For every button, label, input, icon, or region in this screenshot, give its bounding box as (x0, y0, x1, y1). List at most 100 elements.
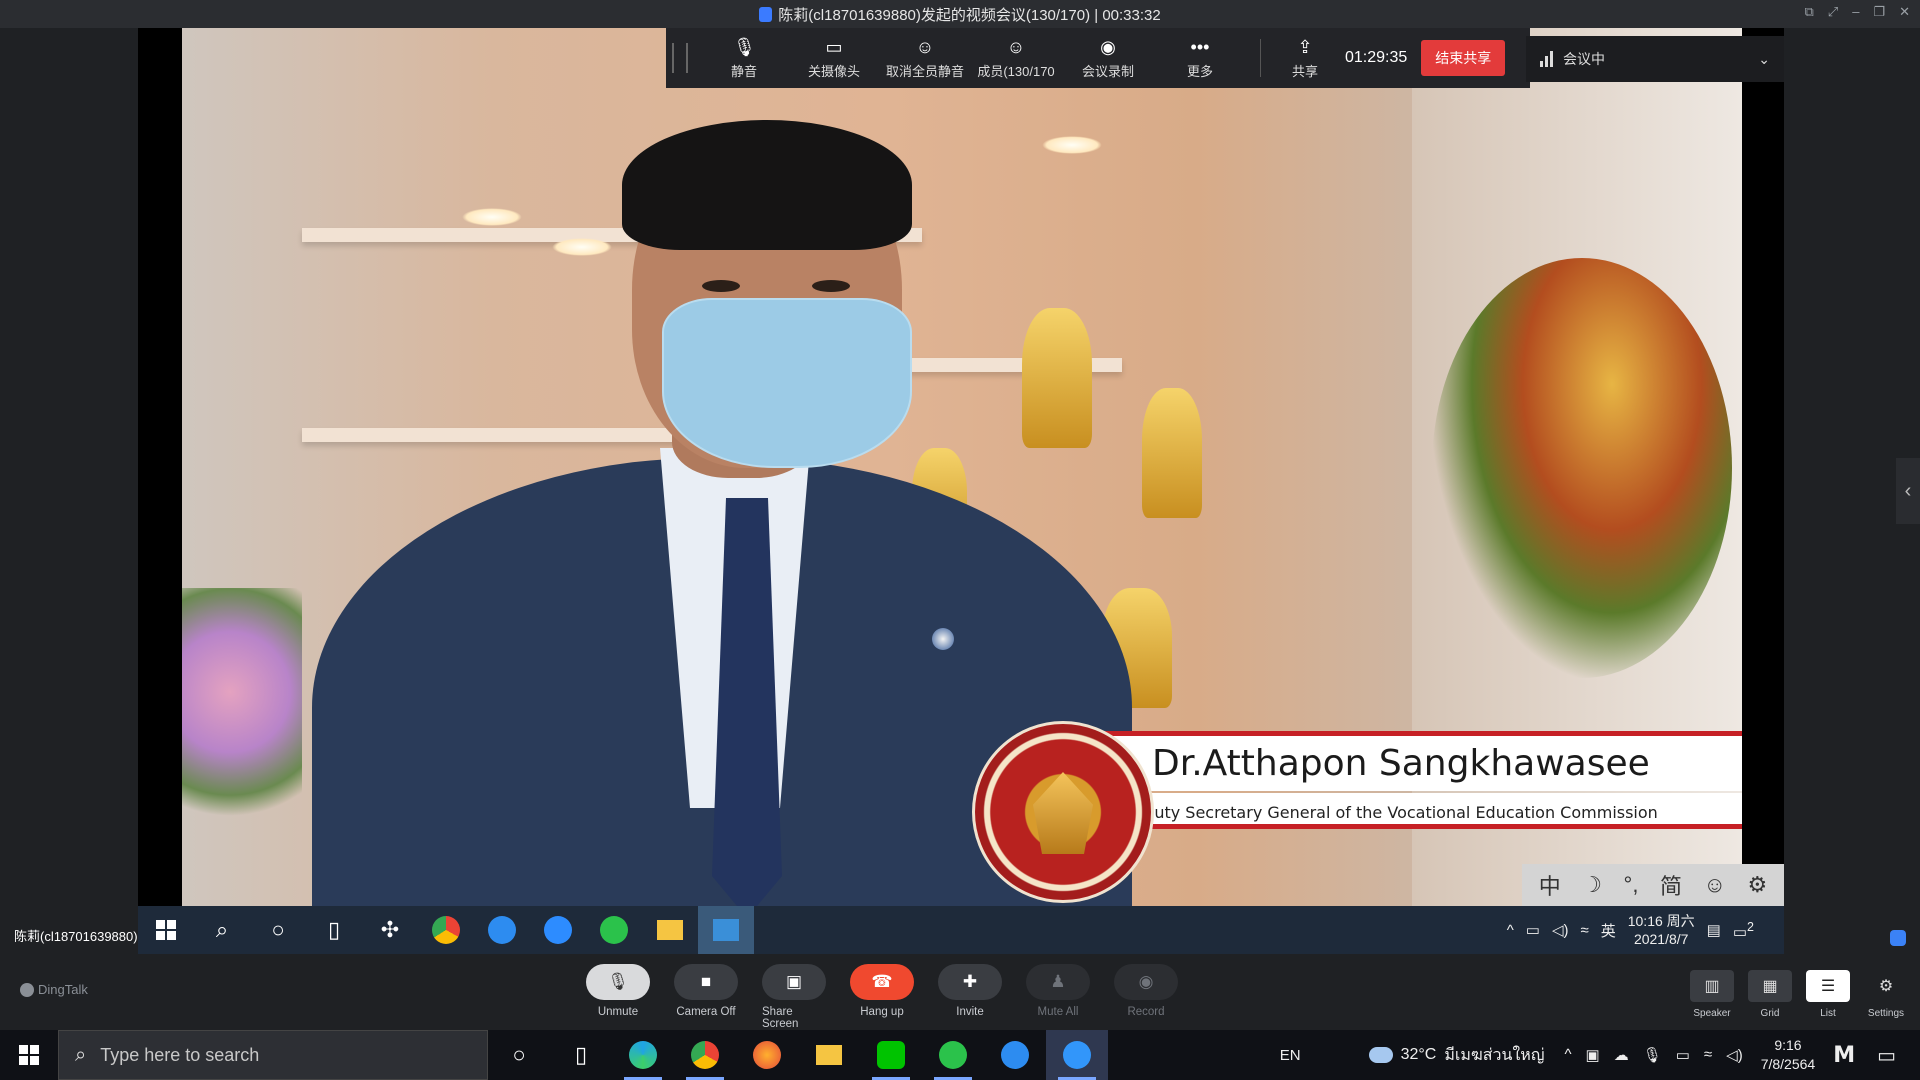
fullscreen-icon[interactable]: ⤢ (1828, 4, 1838, 20)
cortana-icon[interactable]: ○ (488, 1030, 550, 1080)
more-icon: ••• (1190, 37, 1210, 57)
hang-up-button[interactable]: ☎ Hang up (850, 964, 914, 1030)
windows-start-icon[interactable] (138, 906, 194, 954)
share-screen-icon: ▣ (762, 964, 826, 1000)
firefox-icon[interactable] (736, 1030, 798, 1080)
camera-off-button[interactable]: ▭ 关摄像头 (788, 28, 880, 88)
ime-moon-icon[interactable]: ☽ (1582, 872, 1602, 898)
list-view-button[interactable]: ☰ List (1806, 970, 1850, 1019)
wifi-icon[interactable]: ≈ (1580, 922, 1588, 939)
grid-view-button[interactable]: ▦ Grid (1748, 970, 1792, 1019)
wechat-icon[interactable] (922, 1030, 984, 1080)
app-brand-icon[interactable]: M (1833, 1043, 1855, 1068)
popout-icon[interactable]: ⧉ (1805, 4, 1814, 20)
ime-punct[interactable]: °, (1624, 872, 1639, 898)
meeting-status-label: 会议中 (1563, 51, 1605, 67)
ime-simplified[interactable]: 简 (1660, 869, 1682, 901)
ime-emoji-icon[interactable]: ☺ (1704, 872, 1726, 898)
battery-icon[interactable]: ▭ (1676, 1046, 1690, 1064)
record-button[interactable]: ◉ Record (1114, 964, 1178, 1030)
chat-icon[interactable] (1890, 930, 1906, 946)
meeting-floating-toolbar: 🎙 静音 ▭ 关摄像头 ☺ 取消全员静音 ☺ 成员(130/170 ◉ 会议录制… (666, 28, 1530, 88)
volume-icon[interactable]: ◁) (1726, 1046, 1743, 1064)
mute-button[interactable]: 🎙 静音 (700, 28, 788, 88)
start-button[interactable] (0, 1030, 58, 1080)
share-screen-button[interactable]: ▣ Share Screen (762, 964, 826, 1030)
tray-chevron-icon[interactable]: ^ (1564, 1046, 1571, 1064)
dingtalk-icon[interactable] (1046, 1030, 1108, 1080)
input-language[interactable]: EN (1280, 1047, 1301, 1064)
record-button[interactable]: ◉ 会议录制 (1062, 28, 1154, 88)
members-icon: ☺ (1006, 37, 1026, 57)
mute-all-button[interactable]: ♟ Mute All (1026, 964, 1090, 1030)
media-player-icon[interactable] (698, 906, 754, 954)
speaker-view-button[interactable]: ▥ Speaker (1690, 970, 1734, 1019)
weather-widget[interactable]: 32°C มีเมฆส่วนใหญ่ (1368, 1043, 1544, 1068)
caption-name: Dr.Atthapon Sangkhawasee (1152, 743, 1650, 784)
wechat-icon[interactable] (586, 906, 642, 954)
taskbar-clock[interactable]: 9:16 7/8/2564 (1761, 1036, 1816, 1074)
window-title-bar: 陈莉(cl18701639880)发起的视频会议(130/170) | 00:3… (0, 0, 1920, 28)
signal-icon (1540, 51, 1553, 67)
name-caption: Dr.Atthapon Sangkhawasee Deputy Secretar… (972, 721, 1742, 903)
gear-icon: ⚙ (1878, 978, 1894, 995)
restore-icon[interactable]: ❐ (1873, 4, 1885, 20)
volume-icon[interactable]: ◁) (1552, 921, 1569, 939)
camera-off-button[interactable]: ■ Camera Off (674, 964, 738, 1030)
remote-clock[interactable]: 10:16 周六 2021/8/7 (1628, 912, 1695, 948)
notes-icon[interactable]: ▤ (1707, 921, 1721, 939)
wifi-icon[interactable]: ≈ (1704, 1046, 1712, 1064)
hangup-icon: ☎ (850, 964, 914, 1000)
cloud-icon (1368, 1047, 1393, 1063)
unmute-button[interactable]: 🎙 Unmute (586, 964, 650, 1030)
ime-settings-icon[interactable]: ⚙ (1747, 872, 1767, 898)
task-view-icon[interactable]: ▯ (306, 906, 362, 954)
notification-icon[interactable]: ▭2 (1733, 920, 1754, 941)
ime-lang[interactable]: 英 (1601, 920, 1616, 941)
feishu-icon[interactable] (984, 1030, 1046, 1080)
share-button[interactable]: ⇪ 共享 (1275, 28, 1335, 88)
chrome-icon[interactable] (674, 1030, 736, 1080)
file-explorer-icon[interactable] (642, 906, 698, 954)
cortana-icon[interactable]: ○ (250, 906, 306, 954)
drag-handle[interactable] (672, 43, 688, 73)
chrome-icon[interactable] (418, 906, 474, 954)
meeting-control-bar: DingTalk 🎙 Unmute ■ Camera Off ▣ Share S… (0, 960, 1920, 1030)
edge-icon[interactable] (612, 1030, 674, 1080)
face-mask (662, 298, 912, 468)
side-panel-toggle[interactable]: ‹ (1896, 458, 1920, 524)
task-view-icon[interactable]: ▯ (550, 1030, 612, 1080)
unmute-all-button[interactable]: ☺ 取消全员静音 (880, 28, 970, 88)
camera-icon: ■ (674, 964, 738, 1000)
caption-role: Deputy Secretary General of the Vocation… (1122, 803, 1658, 822)
meet-now-icon[interactable]: ▣ (1586, 1046, 1600, 1064)
ime-toolbar: 中 ☽ °, 简 ☺ ⚙ (1522, 864, 1784, 906)
action-center-icon[interactable]: ▭ (1877, 1043, 1896, 1068)
app-icon[interactable]: ✣ (362, 906, 418, 954)
microphone-icon[interactable]: 🎙 (1643, 1046, 1662, 1064)
invite-button[interactable]: ✚ Invite (938, 964, 1002, 1030)
meeting-status-pill[interactable]: 会议中 ⌄ (1526, 36, 1784, 82)
search-icon[interactable]: ⌕ (194, 906, 250, 954)
minimize-icon[interactable]: – (1852, 4, 1859, 20)
zoom-icon[interactable] (530, 906, 586, 954)
more-button[interactable]: ••• 更多 (1154, 28, 1246, 88)
dingtalk-brand: DingTalk (20, 982, 88, 997)
settings-button[interactable]: ⚙ Settings (1864, 970, 1908, 1019)
onedrive-icon[interactable]: ☁ (1614, 1046, 1629, 1064)
close-icon[interactable]: ✕ (1899, 4, 1910, 20)
search-icon: ⌕ (75, 1043, 87, 1066)
end-share-button[interactable]: 结束共享 (1421, 40, 1506, 76)
file-explorer-icon[interactable] (798, 1030, 860, 1080)
line-icon[interactable] (860, 1030, 922, 1080)
taskbar-search-input[interactable]: ⌕ Type here to search (58, 1030, 488, 1080)
tray-chevron-icon[interactable]: ^ (1507, 922, 1514, 939)
members-button[interactable]: ☺ 成员(130/170 (970, 28, 1062, 88)
windows-logo-icon (19, 1045, 39, 1065)
microphone-icon: 🎙 (586, 964, 650, 1000)
window-title: 陈莉(cl18701639880)发起的视频会议(130/170) | 00:3… (778, 6, 1161, 24)
feishu-icon[interactable] (474, 906, 530, 954)
battery-icon[interactable]: ▭ (1526, 921, 1540, 939)
ime-mode[interactable]: 中 (1539, 869, 1561, 901)
grid-view-icon: ▦ (1748, 970, 1792, 1002)
